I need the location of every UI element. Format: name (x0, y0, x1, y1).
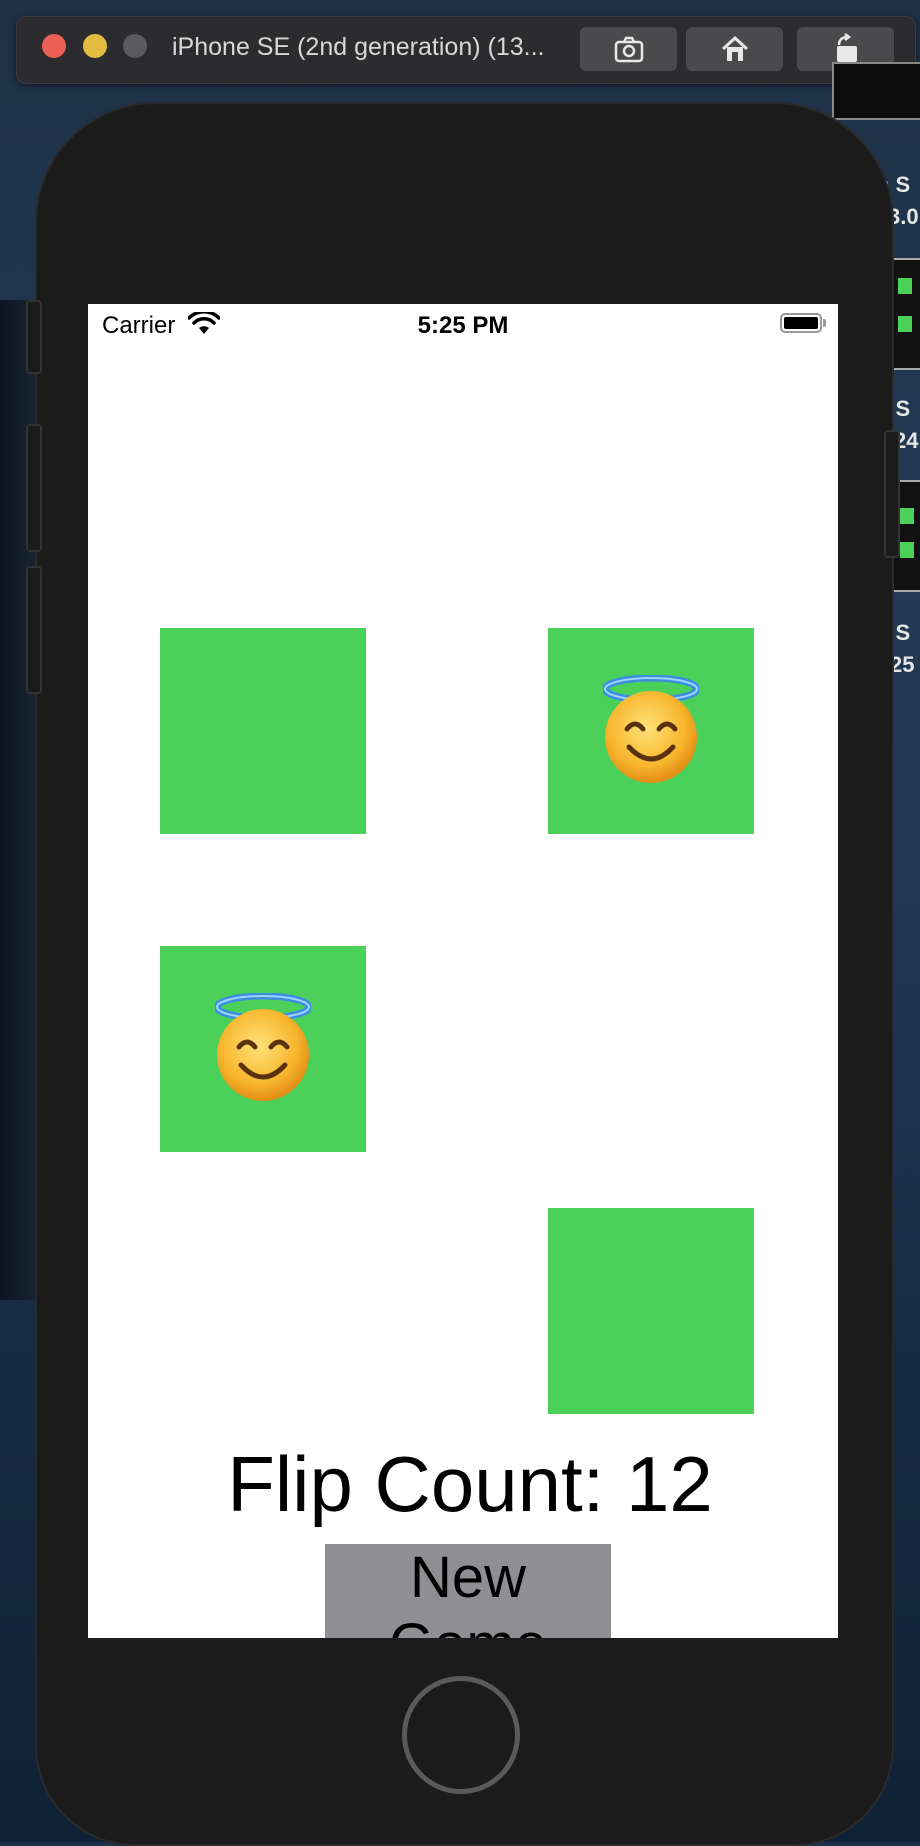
home-button[interactable] (402, 1676, 520, 1794)
new-game-button[interactable]: New Game (325, 1544, 611, 1638)
simulator-titlebar: iPhone SE (2nd generation) (13... (16, 16, 916, 84)
status-bar: Carrier 5:25 PM (88, 304, 838, 344)
clock: 5:25 PM (417, 312, 509, 339)
card-5-matched (160, 1208, 366, 1414)
battery-icon (780, 313, 822, 333)
window-title: iPhone SE (2nd generation) (13... (172, 33, 545, 61)
minimize-window-button[interactable] (83, 34, 107, 58)
volume-down-button[interactable] (26, 566, 42, 694)
home-toolbar-button[interactable] (686, 27, 783, 71)
camera-icon (614, 36, 643, 63)
card-1[interactable] (160, 628, 366, 834)
close-window-button[interactable] (42, 34, 66, 58)
volume-up-button[interactable] (26, 424, 42, 552)
app-screen: Carrier 5:25 PM Flip Count: 12 New (88, 304, 838, 1638)
home-icon (721, 35, 748, 61)
screenshot-button[interactable] (580, 27, 677, 71)
smiling-face-with-halo-icon (603, 675, 699, 783)
card-2[interactable] (548, 628, 754, 834)
rotate-icon (836, 33, 857, 62)
flip-count-label: Flip Count: 12 (227, 1440, 713, 1528)
window-thumbnail[interactable] (832, 62, 920, 120)
battery-cap (823, 319, 826, 327)
card-3[interactable] (160, 946, 366, 1152)
card-6[interactable] (548, 1208, 754, 1414)
smiling-face-with-halo-icon (215, 993, 311, 1101)
power-button[interactable] (884, 430, 900, 558)
zoom-window-button[interactable] (123, 34, 147, 58)
mute-switch[interactable] (26, 300, 42, 374)
card-4-matched (548, 946, 754, 1152)
